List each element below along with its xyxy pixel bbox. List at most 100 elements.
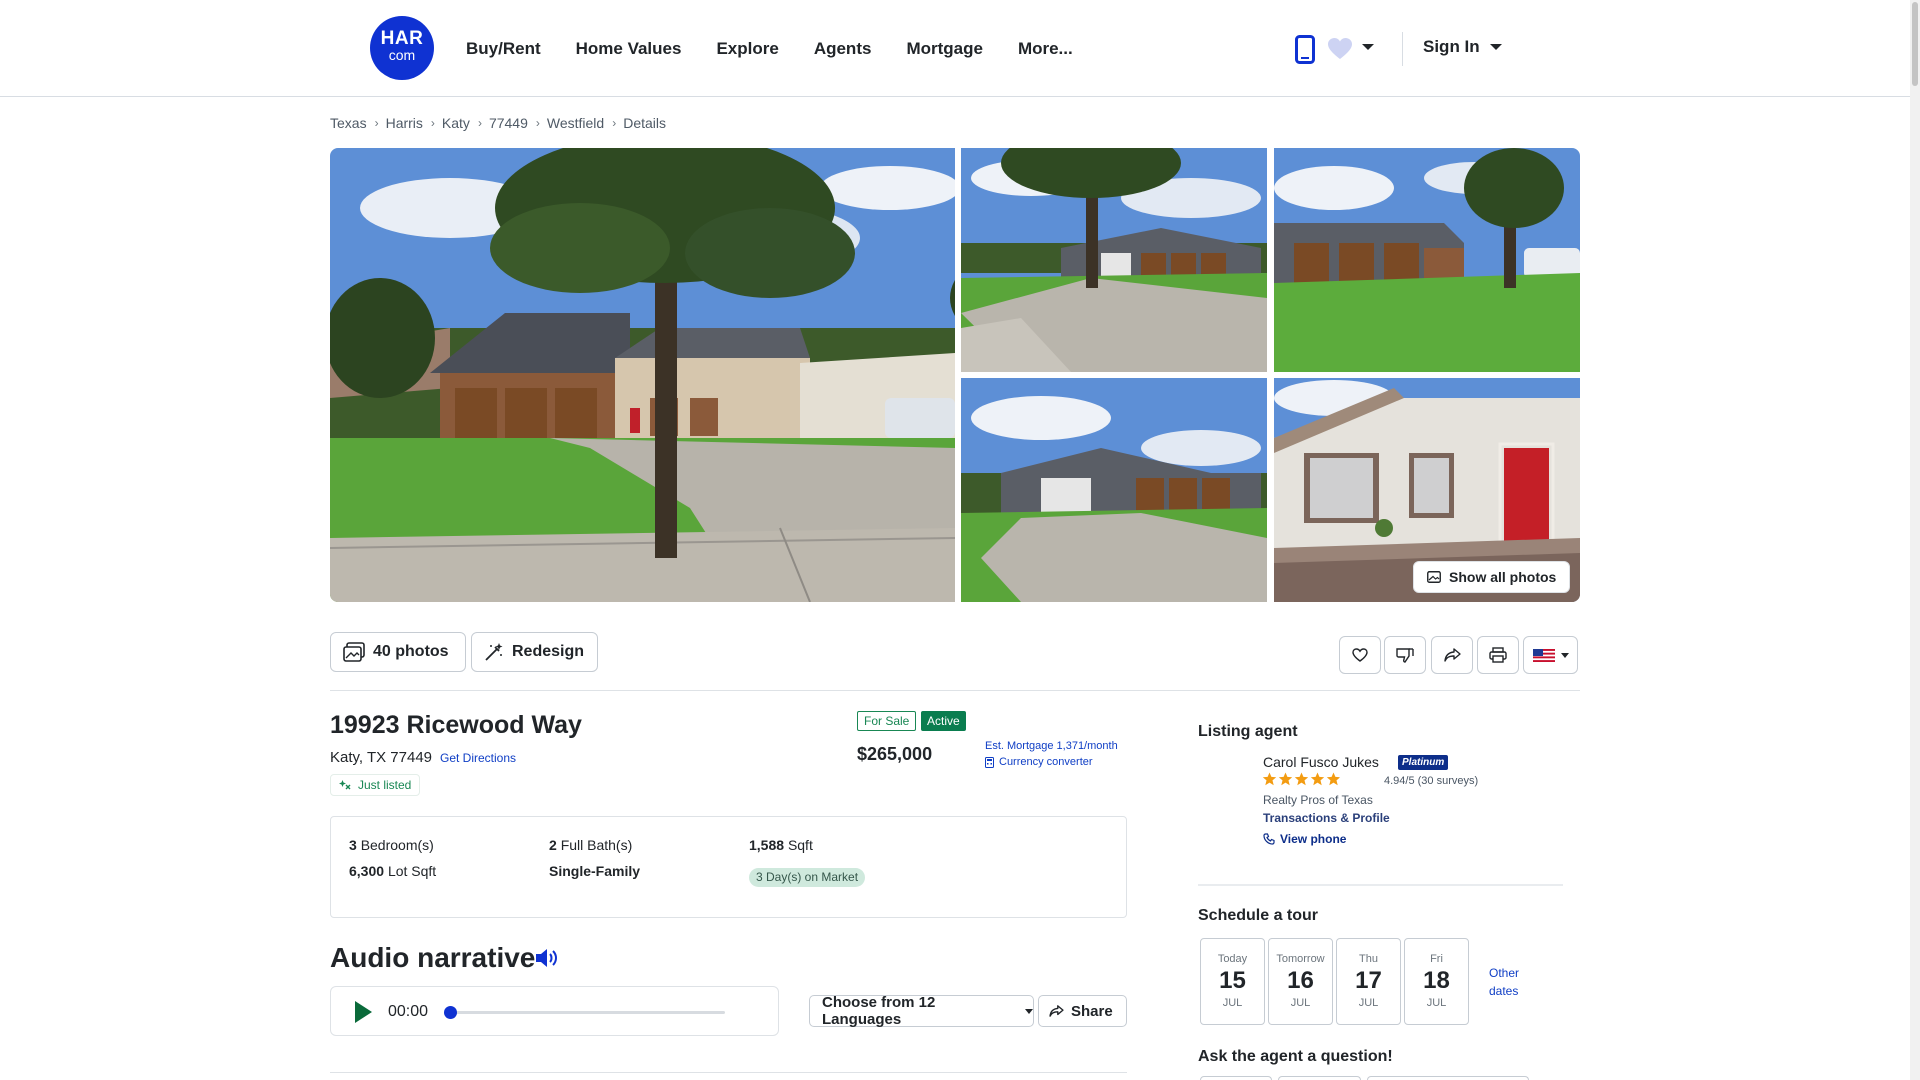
chevron-right-icon: › [535,116,540,130]
share-icon [1443,648,1461,662]
play-icon[interactable] [355,1001,372,1023]
listing-photo-3[interactable] [1274,148,1580,372]
dislike-button[interactable] [1384,636,1426,674]
main-listing-photo[interactable] [330,148,955,602]
section-divider [330,690,1580,691]
tour-weekday: Tomorrow [1276,953,1325,965]
tour-day-card[interactable]: Fri 18 JUL [1404,938,1469,1025]
har-logo[interactable]: HAR com [370,16,434,80]
caret-down-icon[interactable] [1362,44,1374,50]
transactions-profile-link[interactable]: Transactions & Profile [1263,811,1390,825]
tour-day-card[interactable]: Thu 17 JUL [1336,938,1401,1025]
show-all-photos-button[interactable]: Show all photos [1413,561,1570,593]
magic-wand-icon [485,643,503,661]
tour-weekday: Thu [1359,953,1378,965]
page-scrollbar[interactable] [1910,0,1920,1080]
nav-buy-rent[interactable]: Buy/Rent [466,38,541,60]
heart-icon [1352,648,1368,662]
nav-mortgage[interactable]: Mortgage [906,38,983,60]
sqft-label: Sqft [787,837,813,853]
redesign-button[interactable]: Redesign [471,632,598,672]
lot-label: Lot Sqft [387,863,437,879]
crumb-harris[interactable]: Harris [386,115,423,131]
listing-city-line: Katy, TX 77449 [330,749,433,766]
tour-day-card[interactable]: Today 15 JUL [1200,938,1265,1025]
agent-rating-text: 4.94/5 (30 surveys) [1384,775,1479,787]
crumb-texas[interactable]: Texas [330,115,367,131]
tour-day-card[interactable]: Tomorrow 16 JUL [1268,938,1333,1025]
for-sale-badge: For Sale [857,711,917,731]
other-dates-line2: dates [1489,984,1519,998]
header-divider [1402,32,1403,66]
nav-more[interactable]: More... [1018,38,1073,60]
listing-photo-2[interactable] [961,148,1267,372]
choose-language-label: Choose from 12 Languages [822,994,936,1028]
language-flag-button[interactable] [1523,636,1578,674]
bedrooms-fact: 3 Bedroom(s) [349,837,434,853]
favorite-button[interactable] [1339,636,1381,674]
speaker-icon[interactable] [534,946,560,970]
audio-share-button[interactable]: Share [1038,995,1127,1027]
share-icon [1049,1005,1064,1017]
tour-weekday: Today [1217,953,1248,965]
thumbs-down-icon [1396,648,1414,663]
nav-home-values[interactable]: Home Values [576,38,682,60]
choose-language-dropdown[interactable]: Choose from 12 Languages [809,994,1034,1028]
crumb-zip[interactable]: 77449 [489,115,528,131]
nav-explore[interactable]: Explore [716,38,778,60]
bedrooms-label: Bedroom(s) [360,837,434,853]
star-icon [1310,772,1325,786]
active-status-badge: Active [921,711,966,731]
crumb-katy[interactable]: Katy [442,115,470,131]
show-all-photos-label: Show all photos [1449,569,1557,585]
site-header: HAR com Buy/Rent Home Values Explore Age… [0,0,1910,97]
get-directions-link[interactable]: Get Directions [440,751,516,765]
share-listing-button[interactable] [1431,636,1473,674]
photos-count-button[interactable]: 40 photos [330,632,466,672]
tour-day-number: 16 [1287,967,1314,994]
just-listed-label: Just listed [358,778,412,792]
audio-progress-track[interactable] [444,1006,725,1019]
listing-photo-4[interactable] [961,378,1267,602]
ask-option-button[interactable] [1278,1076,1361,1080]
mobile-phone-icon[interactable] [1295,35,1315,64]
main-nav: Buy/Rent Home Values Explore Agents Mort… [466,38,1108,60]
sparkle-icon [339,780,351,790]
scrollbar-thumb[interactable] [1912,2,1918,86]
tour-month: JUL [1290,997,1311,1009]
sign-in-button[interactable]: Sign In [1423,36,1480,58]
listing-price: $265,000 [857,744,933,764]
view-phone-label: View phone [1280,832,1347,846]
just-listed-badge: Just listed [330,774,421,796]
baths-label: Full Bath(s) [560,837,633,853]
baths-fact: 2 Full Bath(s) [549,837,632,853]
ask-option-button[interactable] [1367,1076,1529,1080]
chevron-right-icon: › [374,116,379,130]
sqft-value: 1,588 [749,837,785,853]
listing-agent-title: Listing agent [1198,723,1298,740]
star-icon [1278,772,1293,786]
ask-option-button[interactable] [1200,1076,1272,1080]
audio-narrative-title: Audio narrative [330,942,536,973]
tour-month: JUL [1358,997,1379,1009]
crumb-westfield[interactable]: Westfield [547,115,604,131]
agent-name[interactable]: Carol Fusco Jukes [1263,754,1379,770]
breadcrumb: Texas › Harris › Katy › 77449 › Westfield › D… [330,115,666,131]
property-facts-box: 3 Bedroom(s) 2 Full Bath(s) 1,588 Sqft 6… [330,816,1127,918]
chevron-right-icon: › [430,116,435,130]
calculator-icon [985,756,994,768]
currency-converter-link[interactable]: Currency converter [985,756,1093,768]
view-phone-link[interactable]: View phone [1263,832,1346,846]
est-mortgage-link[interactable]: Est. Mortgage 1,371/month [985,740,1118,752]
print-button[interactable] [1477,636,1519,674]
heart-badge-icon[interactable] [1327,37,1353,61]
other-dates-link[interactable]: Other dates [1489,964,1519,1000]
crumb-details: Details [623,115,666,131]
logo-text-com: com [388,47,416,63]
audio-progress-knob[interactable] [444,1006,457,1019]
schedule-tour-title: Schedule a tour [1198,907,1319,924]
section-divider [330,1072,1127,1073]
sign-in-caret-icon[interactable] [1490,44,1502,50]
nav-agents[interactable]: Agents [814,38,872,60]
lot-value: 6,300 [349,863,385,879]
